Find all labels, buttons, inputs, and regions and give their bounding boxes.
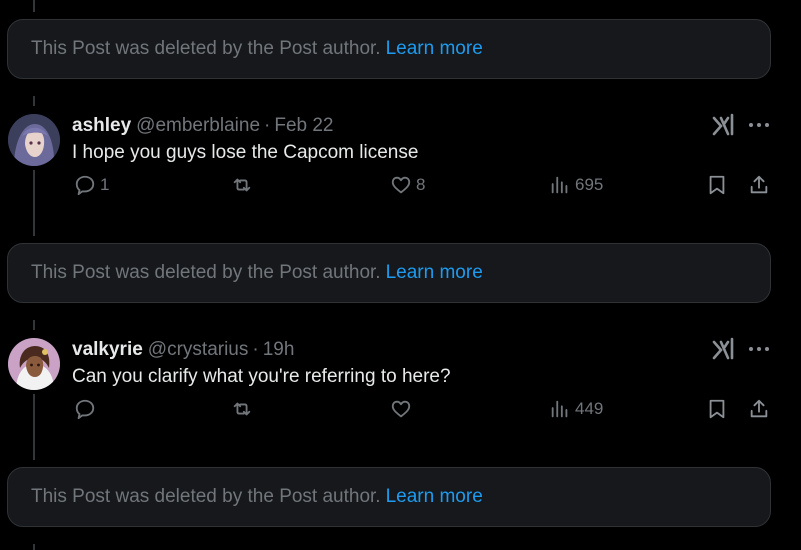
like-count: 8 [416, 175, 426, 194]
display-name[interactable]: valkyrie [72, 339, 143, 360]
reply-button[interactable] [74, 396, 100, 422]
views-count: 449 [575, 399, 604, 418]
avatar[interactable] [8, 338, 60, 390]
like-icon [391, 400, 411, 418]
timestamp[interactable]: 19h [263, 339, 295, 360]
reply-icon [75, 399, 95, 420]
thread-line [33, 544, 35, 550]
repost-button[interactable] [231, 172, 257, 198]
share-button[interactable] [748, 172, 770, 198]
share-icon [750, 399, 768, 418]
reply-icon [75, 175, 95, 196]
views-icon [551, 176, 568, 194]
post-text: I hope you guys lose the Capcom license [72, 142, 419, 163]
learn-more-link[interactable]: Learn more [386, 38, 483, 60]
repost-icon [233, 178, 251, 192]
deleted-post-text: This Post was deleted by the Post author… [31, 38, 381, 59]
post[interactable]: ashley @emberblaine · Feb 22 I hope you guy… [0, 100, 801, 250]
deleted-post-notice: This Post was deleted by the Post author… [7, 19, 771, 79]
deleted-post-notice: This Post was deleted by the Post author… [7, 467, 771, 527]
views-icon [551, 400, 568, 418]
thread-line [33, 0, 35, 12]
deleted-post-notice: This Post was deleted by the Post author… [7, 243, 771, 303]
views-button[interactable]: 449 [549, 396, 603, 422]
grok-icon[interactable] [711, 336, 737, 362]
more-icon[interactable] [746, 336, 772, 362]
more-icon[interactable] [746, 112, 772, 138]
bookmark-button[interactable] [706, 172, 728, 198]
learn-more-link[interactable]: Learn more [386, 262, 483, 284]
separator: · [264, 115, 271, 136]
post-header: valkyrie @crystarius · 19h [72, 338, 294, 362]
reply-button[interactable]: 1 [74, 172, 109, 198]
bookmark-icon [709, 399, 725, 419]
avatar[interactable] [8, 114, 60, 166]
share-button[interactable] [748, 396, 770, 422]
repost-button[interactable] [231, 396, 257, 422]
share-icon [750, 175, 768, 194]
bookmark-icon [709, 175, 725, 195]
bookmark-button[interactable] [706, 396, 728, 422]
views-count: 695 [575, 175, 604, 194]
like-button[interactable]: 8 [390, 172, 425, 198]
separator: · [252, 339, 259, 360]
grok-icon[interactable] [711, 112, 737, 138]
learn-more-link[interactable]: Learn more [386, 486, 483, 508]
like-button[interactable] [390, 396, 416, 422]
views-button[interactable]: 695 [549, 172, 603, 198]
post-text: Can you clarify what you're referring to… [72, 366, 451, 387]
user-handle[interactable]: @emberblaine [136, 115, 260, 136]
user-handle[interactable]: @crystarius [148, 339, 249, 360]
reply-count: 1 [100, 175, 110, 194]
like-icon [391, 176, 411, 194]
repost-icon [233, 402, 251, 416]
deleted-post-text: This Post was deleted by the Post author… [31, 486, 381, 507]
post-header: ashley @emberblaine · Feb 22 [72, 114, 334, 138]
display-name[interactable]: ashley [72, 115, 131, 136]
deleted-post-text: This Post was deleted by the Post author… [31, 262, 381, 283]
post[interactable]: valkyrie @crystarius · 19h Can you clarify … [0, 324, 801, 474]
timestamp[interactable]: Feb 22 [274, 115, 333, 136]
